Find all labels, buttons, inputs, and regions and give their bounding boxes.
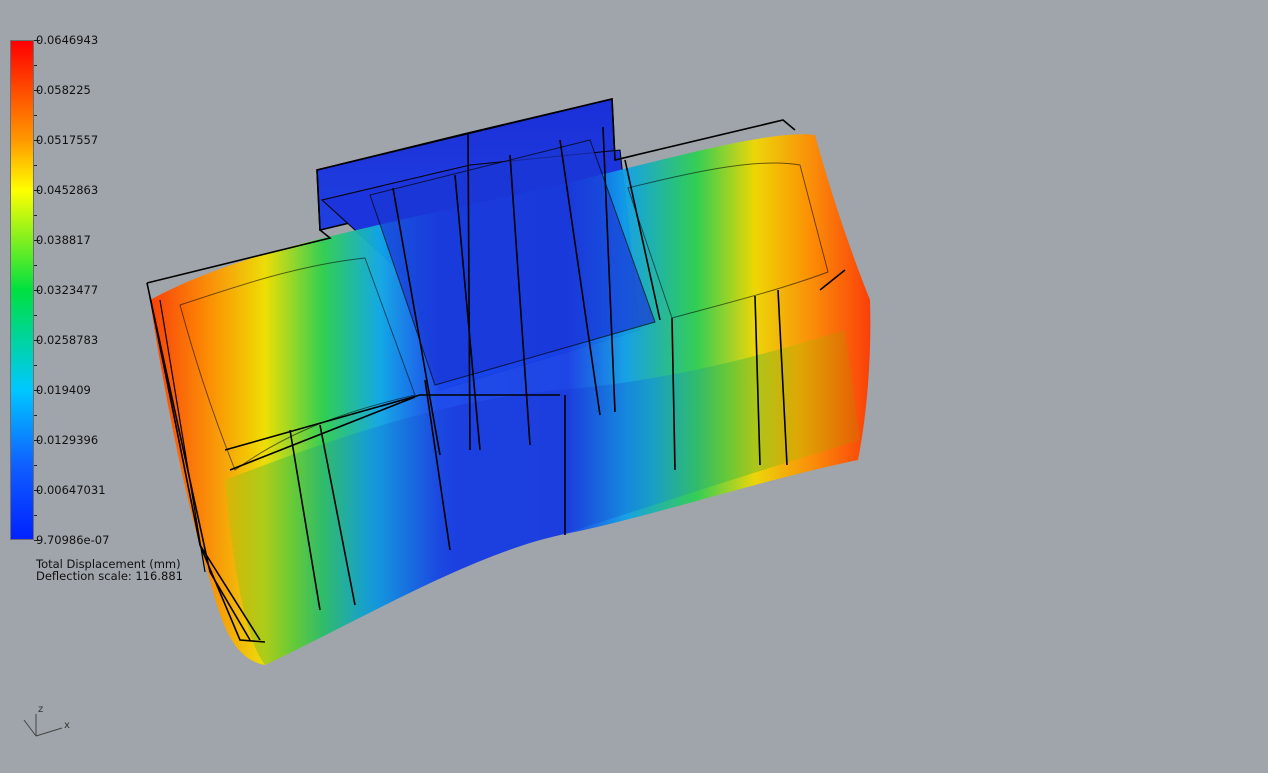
legend-tick [34, 465, 37, 466]
legend-label: 0.019409 [36, 383, 91, 397]
legend-caption-scale: Deflection scale: 116.881 [36, 569, 183, 583]
legend-label: 9.70986e-07 [36, 533, 110, 547]
legend-label: 0.0258783 [36, 333, 99, 347]
legend-label: 0.0323477 [36, 283, 99, 297]
legend-label: 0.00647031 [36, 483, 106, 497]
legend-tick [34, 415, 37, 416]
legend-label: 0.0646943 [36, 33, 99, 47]
legend-tick [34, 115, 37, 116]
legend-label: 0.058225 [36, 83, 91, 97]
legend-tick [34, 265, 37, 266]
legend-color-bar [10, 40, 34, 540]
3d-viewport[interactable]: 0.0646943 0.058225 0.0517557 0.0452863 0.038… [0, 0, 1268, 773]
legend-tick [34, 365, 37, 366]
legend-tick [34, 215, 37, 216]
axis-x-label: x [64, 720, 70, 731]
axis-triad: z x [18, 702, 78, 742]
legend-tick [34, 315, 37, 316]
legend-label: 0.0129396 [36, 433, 99, 447]
color-legend: 0.0646943 0.058225 0.0517557 0.0452863 0.038… [10, 34, 210, 550]
legend-tick [34, 65, 37, 66]
legend-label: 0.0452863 [36, 183, 99, 197]
legend-tick [34, 515, 37, 516]
legend-label: 0.0517557 [36, 133, 99, 147]
legend-tick [34, 165, 37, 166]
legend-caption: Total Displacement (mm) Deflection scale… [36, 558, 183, 582]
axis-z-label: z [38, 704, 44, 715]
legend-label: 0.038817 [36, 233, 91, 247]
